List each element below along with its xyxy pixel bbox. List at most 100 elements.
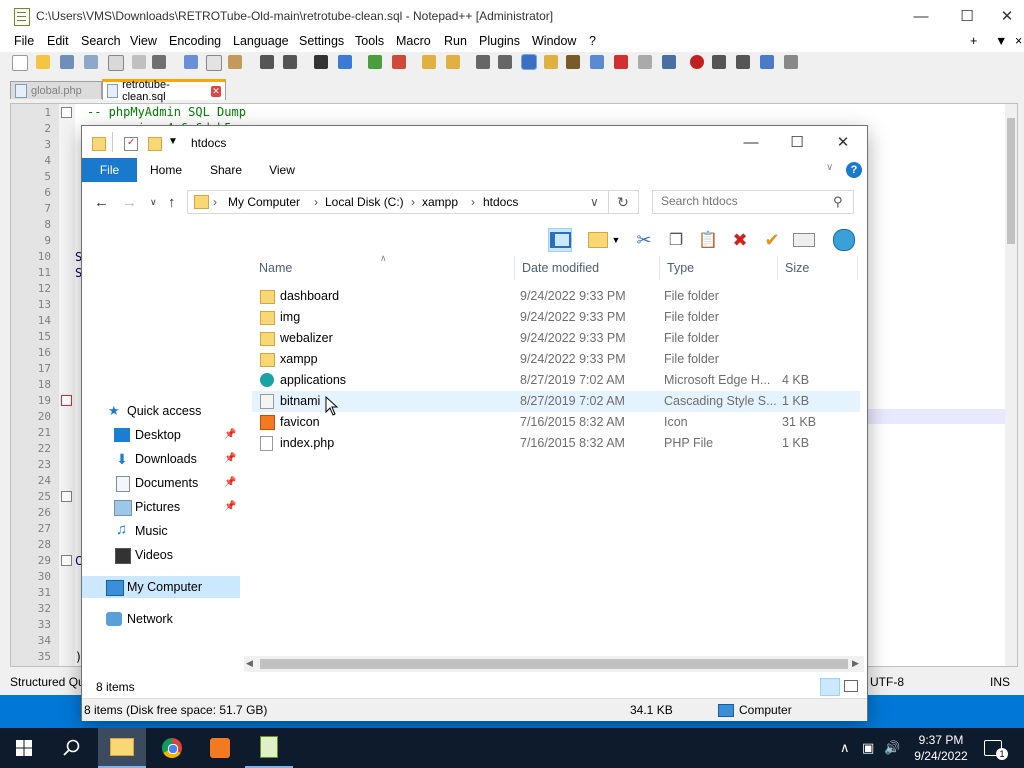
stop-macro-icon[interactable] [712, 55, 726, 69]
menu-file[interactable]: File [14, 34, 34, 48]
pin-icon[interactable]: 📌 [224, 429, 236, 440]
zoom-in-icon[interactable] [368, 55, 382, 69]
find-icon[interactable] [314, 55, 328, 69]
eye-icon[interactable] [662, 55, 676, 69]
menu-edit[interactable]: Edit [47, 34, 69, 48]
menu-tools[interactable]: Tools [355, 34, 384, 48]
column-size[interactable]: Size [778, 256, 858, 280]
record-macro-icon[interactable] [690, 55, 704, 69]
tab-global-php[interactable]: global.php [10, 81, 102, 99]
copy-icon[interactable] [206, 55, 222, 71]
copy-icon[interactable]: ❐ [664, 228, 688, 252]
ribbon-tab-home[interactable]: Home [144, 158, 188, 182]
new-file-icon[interactable] [12, 55, 28, 71]
menu-run[interactable]: Run [444, 34, 467, 48]
menu-plugins[interactable]: Plugins [479, 34, 520, 48]
file-row-dashboard[interactable]: dashboard 9/24/2022 9:33 PM File folder [252, 286, 860, 307]
taskbar-file-explorer[interactable] [98, 728, 146, 768]
nav-quick-access[interactable]: ★ Quick access [82, 400, 240, 422]
indent-guide-icon[interactable] [521, 54, 537, 70]
undo-icon[interactable] [260, 55, 274, 69]
file-row-favicon[interactable]: favicon 7/16/2015 8:32 AM Icon 31 KB [252, 412, 860, 433]
taskbar-search-button[interactable] [48, 728, 96, 768]
pin-icon[interactable]: 📌 [224, 477, 236, 488]
recent-locations-icon[interactable]: ∨ [150, 197, 157, 208]
folder-workspace-icon[interactable] [614, 55, 628, 69]
taskbar-chrome[interactable] [148, 728, 196, 768]
close-doc-icon[interactable]: × [1015, 34, 1022, 48]
up-arrow-icon[interactable]: ↑ [168, 194, 176, 211]
paste-icon[interactable]: 📋 [696, 228, 720, 252]
scroll-right-icon[interactable]: ▶ [852, 658, 859, 669]
close-all-icon[interactable] [132, 55, 146, 69]
doc-map-icon[interactable] [566, 55, 580, 69]
save-macro-icon[interactable] [784, 55, 798, 69]
file-row-webalizer[interactable]: webalizer 9/24/2022 9:33 PM File folder [252, 328, 860, 349]
dropdown-icon[interactable]: ▼ [610, 228, 622, 252]
file-row-bitnami[interactable]: bitnami 8/27/2019 7:02 AM Cascading Styl… [252, 391, 860, 412]
breadcrumb-htdocs[interactable]: htdocs [483, 195, 518, 209]
menu-language[interactable]: Language [233, 34, 289, 48]
fold-margin[interactable] [59, 104, 75, 666]
column-type[interactable]: Type [660, 256, 778, 280]
taskbar-notepadpp[interactable] [245, 728, 293, 768]
menu-encoding[interactable]: Encoding [169, 34, 221, 48]
fold-toggle-icon[interactable] [61, 555, 72, 566]
replace-icon[interactable] [338, 55, 352, 69]
nav-desktop[interactable]: Desktop 📌 [82, 424, 240, 446]
breadcrumb-separator-icon[interactable]: › [471, 195, 475, 209]
refresh-icon[interactable]: ↻ [608, 190, 639, 214]
search-input[interactable] [653, 191, 831, 211]
horizontal-scrollbar[interactable]: ◀ ▶ [244, 656, 864, 672]
breadcrumb-separator-icon[interactable]: › [314, 195, 318, 209]
vertical-scrollbar[interactable] [1005, 104, 1017, 666]
scrollbar-thumb[interactable] [260, 659, 848, 669]
nav-documents[interactable]: Documents 📌 [82, 472, 240, 494]
ribbon-tab-share[interactable]: Share [204, 158, 248, 182]
fold-toggle-icon[interactable] [61, 395, 72, 406]
cut-icon[interactable]: ✂ [632, 228, 656, 252]
tab-list-icon[interactable]: ▼ [995, 34, 1007, 48]
menu-settings[interactable]: Settings [299, 34, 344, 48]
start-button[interactable] [0, 728, 48, 768]
help-icon[interactable]: ? [846, 162, 862, 178]
folder-options-icon[interactable] [586, 228, 610, 252]
column-date-modified[interactable]: Date modified [515, 256, 660, 280]
pin-icon[interactable]: 📌 [224, 501, 236, 512]
clock[interactable]: 9:37 PM 9/24/2022 [906, 732, 976, 764]
print-icon[interactable] [152, 55, 166, 69]
network-tray-icon[interactable]: ▣ [862, 740, 874, 756]
file-row-xampp[interactable]: xampp 9/24/2022 9:33 PM File folder [252, 349, 860, 370]
save-all-icon[interactable] [84, 55, 98, 69]
network-globe-icon[interactable] [832, 228, 856, 252]
breadcrumb-separator-icon[interactable]: › [411, 195, 415, 209]
scrollbar-thumb[interactable] [1007, 118, 1015, 244]
menu-window[interactable]: Window [532, 34, 576, 48]
close-tab-icon[interactable]: ✕ [210, 85, 221, 97]
breadcrumb-local-disk[interactable]: Local Disk (C:) [325, 195, 404, 209]
close-file-icon[interactable] [108, 55, 124, 71]
cut-icon[interactable] [184, 55, 198, 69]
rename-check-icon[interactable]: ✔ [760, 228, 784, 252]
properties-icon[interactable] [792, 228, 816, 252]
breadcrumb-my-computer[interactable]: My Computer [228, 195, 300, 209]
breadcrumb-separator-icon[interactable]: › [213, 195, 217, 209]
close-button[interactable]: ✕ [990, 0, 1024, 32]
new-tab-plus-icon[interactable]: + [970, 34, 977, 48]
explorer-maximize-button[interactable]: ☐ [774, 126, 820, 158]
show-hidden-icons-icon[interactable]: ∧ [840, 740, 850, 756]
udl-icon[interactable] [544, 55, 558, 69]
nav-network[interactable]: Network [82, 608, 240, 630]
pin-icon[interactable]: 📌 [224, 453, 236, 464]
monitoring-icon[interactable] [638, 55, 652, 69]
menu-help[interactable]: ? [589, 34, 596, 48]
new-folder-icon[interactable] [148, 137, 162, 151]
sync-vertical-icon[interactable] [422, 55, 436, 69]
volume-icon[interactable]: 🔊 [884, 740, 900, 756]
function-list-icon[interactable] [590, 55, 604, 69]
ribbon-tab-file[interactable]: File [82, 158, 137, 182]
nav-music[interactable]: ♫ Music [82, 520, 240, 542]
nav-videos[interactable]: Videos [82, 544, 240, 566]
back-arrow-icon[interactable]: ← [94, 194, 109, 211]
properties-icon[interactable]: ✓ [124, 137, 138, 151]
